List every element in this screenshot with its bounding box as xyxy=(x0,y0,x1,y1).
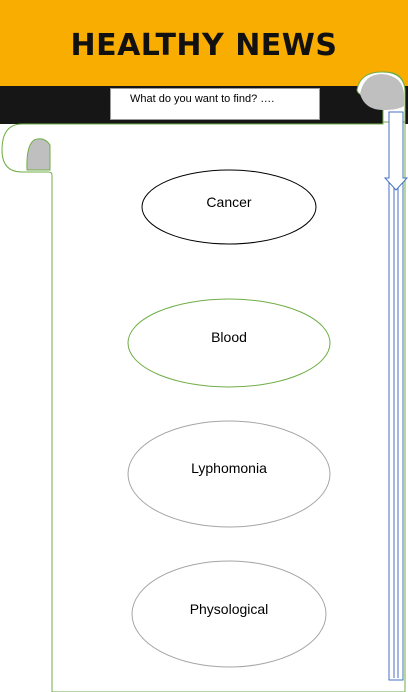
topic-cancer-label: Cancer xyxy=(206,194,252,210)
scrollbar-track[interactable] xyxy=(388,111,404,681)
topic-physological-label: Physological xyxy=(189,601,269,617)
scroll-panel xyxy=(1,71,408,692)
topic-blood-label: Blood xyxy=(211,329,247,345)
topic-lyphomonia-label: Lyphomonia xyxy=(191,460,267,476)
